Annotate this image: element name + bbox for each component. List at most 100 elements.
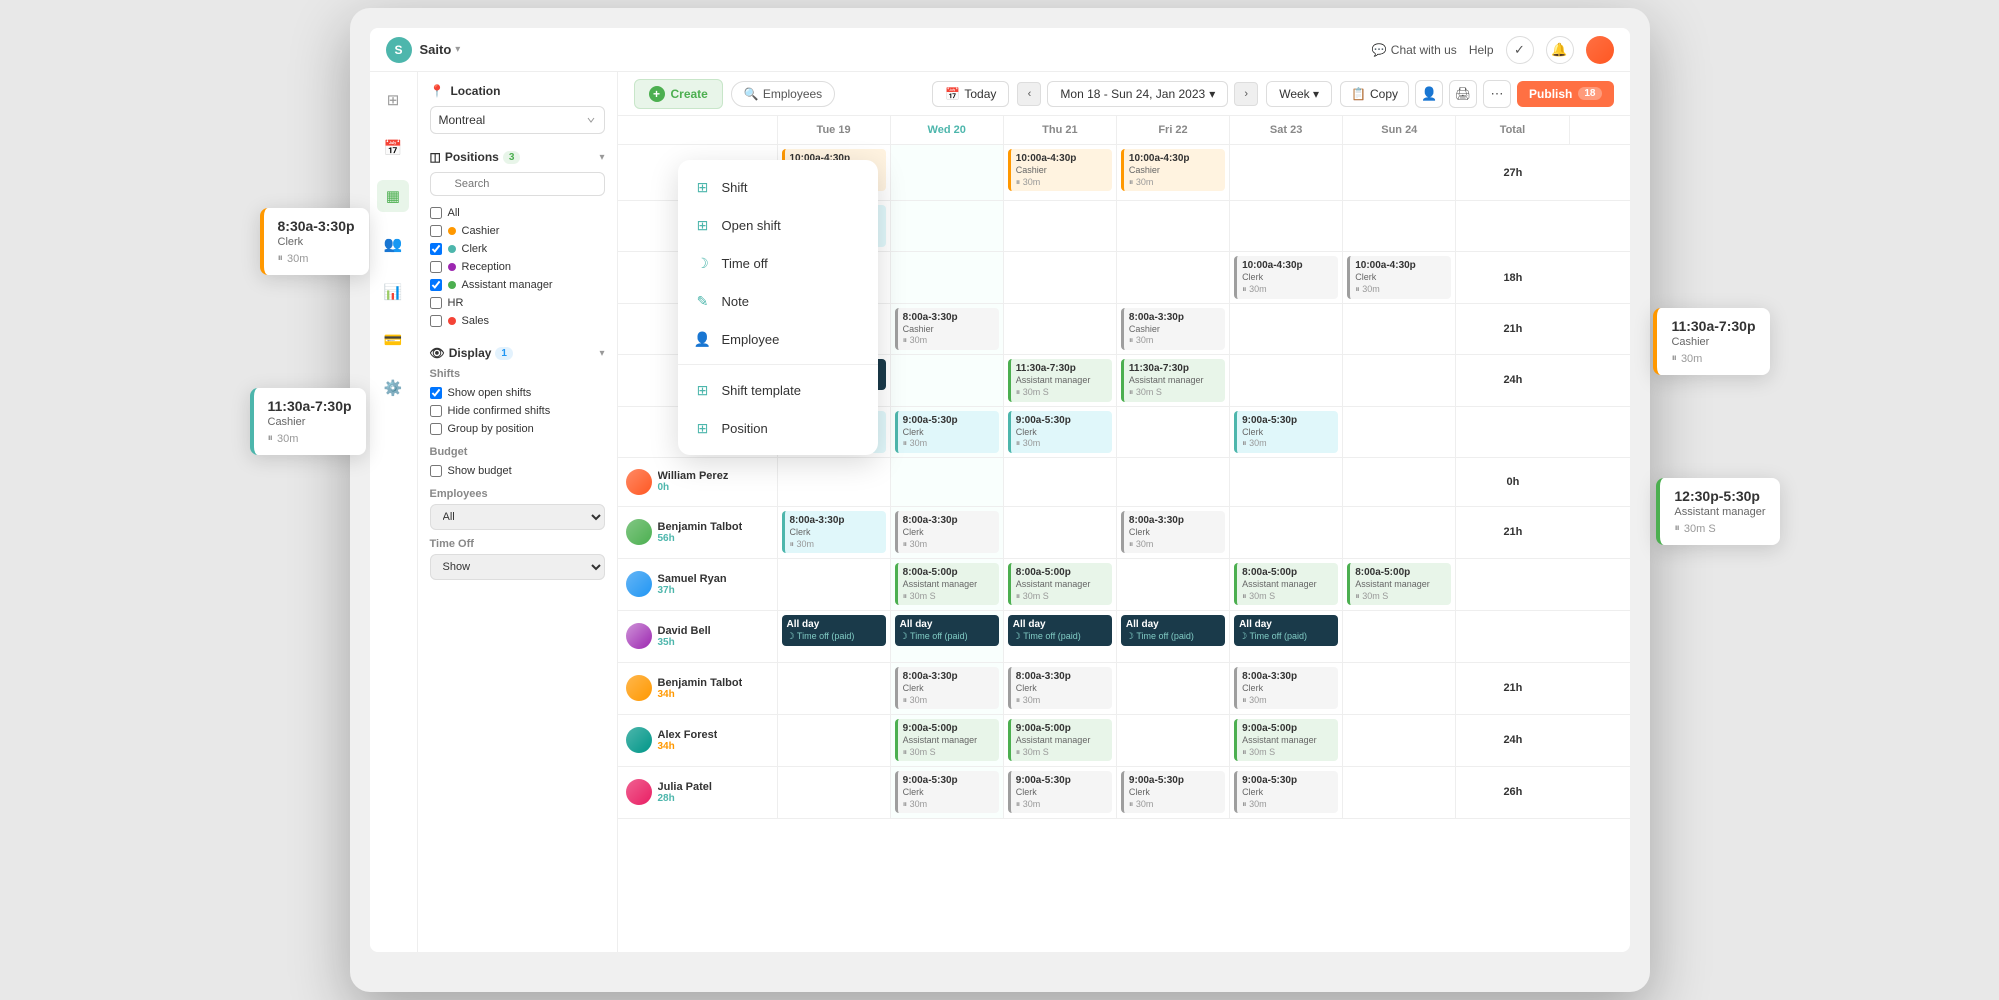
shift-card[interactable]: 8:00a-3:30p Clerk ⏸ 30m [1008,667,1112,709]
cal-cell[interactable] [778,767,891,818]
cal-cell[interactable]: 9:00a-5:30p Clerk ⏸ 30m [1117,767,1230,818]
dropdown-employee[interactable]: 👤 Employee [678,320,878,358]
cal-cell-thu[interactable]: 10:00a-4:30p Cashier ⏸ 30m [1004,145,1117,200]
shift-card[interactable]: 8:00a-3:30p Clerk ⏸ 30m [782,511,886,553]
cal-cell-wed[interactable] [891,145,1004,200]
today-button[interactable]: 📅 Today [932,81,1009,107]
user-icon-button[interactable]: 👤 [1415,80,1443,108]
copy-button[interactable]: 📋 Copy [1340,81,1409,107]
cal-cell[interactable] [1230,507,1343,558]
shift-card[interactable]: 8:00a-3:30p Clerk ⏸ 30m [1234,667,1338,709]
cal-cell-fri[interactable] [1117,201,1230,251]
position-cashier[interactable]: Cashier [430,222,605,240]
cal-cell-sat[interactable] [1230,145,1343,200]
hide-confirmed-checkbox[interactable] [430,405,442,417]
cal-cell[interactable] [1343,507,1456,558]
cal-cell-thu[interactable] [1004,252,1117,302]
shift-card[interactable]: 8:00a-5:00p Assistant manager ⏸ 30m S [1008,563,1112,605]
cal-cell-thu[interactable] [1004,201,1117,251]
cal-cell[interactable] [1004,458,1117,506]
cal-cell[interactable] [1343,767,1456,818]
shift-card[interactable]: 10:00a-4:30p Cashier ⏸ 30m [1008,149,1112,191]
position-all-checkbox[interactable] [430,207,442,219]
cal-cell[interactable] [778,715,891,766]
cal-cell[interactable]: 9:00a-5:30p Clerk ⏸ 30m [891,767,1004,818]
cal-cell[interactable]: 8:00a-3:30p Clerk ⏸ 30m [1230,663,1343,714]
cal-cell[interactable] [1343,611,1456,662]
shift-card[interactable]: 8:00a-3:30p Clerk ⏸ 30m [1121,511,1225,553]
display-collapse-icon[interactable]: ▾ [599,348,604,359]
shift-card[interactable]: 9:00a-5:00p Assistant manager ⏸ 30m S [895,719,999,761]
dropdown-position[interactable]: ⊞ Position [678,409,878,447]
cal-cell-sat[interactable] [1230,355,1343,405]
shift-card[interactable]: 9:00a-5:30p Clerk ⏸ 30m [895,411,999,453]
date-range-button[interactable]: Mon 18 - Sun 24, Jan 2023 ▾ [1047,81,1228,107]
cal-cell[interactable] [778,559,891,610]
dropdown-shift[interactable]: ⊞ Shift [678,168,878,206]
position-all[interactable]: All [430,204,605,222]
sidebar-calendar-icon[interactable]: 📅 [377,132,409,164]
position-reception[interactable]: Reception [430,258,605,276]
cal-cell[interactable] [1117,559,1230,610]
cal-cell-sun[interactable]: 10:00a-4:30p Clerk ⏸ 30m [1343,252,1456,302]
cal-cell-wed[interactable]: 9:00a-5:30p Clerk ⏸ 30m [891,407,1004,457]
shift-card[interactable]: 10:00a-4:30p Clerk ⏸ 30m [1347,256,1451,298]
cal-cell[interactable] [1117,715,1230,766]
cal-cell-wed[interactable] [891,252,1004,302]
position-am-checkbox[interactable] [430,279,442,291]
cal-cell[interactable] [1117,458,1230,506]
position-clerk-checkbox[interactable] [430,243,442,255]
cal-cell[interactable]: 9:00a-5:30p Clerk ⏸ 30m [1004,767,1117,818]
cal-cell-sun[interactable] [1343,201,1456,251]
cal-cell-sat[interactable] [1230,304,1343,354]
show-budget-checkbox[interactable] [430,465,442,477]
week-view-button[interactable]: Week ▾ [1266,81,1332,107]
position-search-input[interactable] [430,172,605,196]
cal-cell[interactable] [891,458,1004,506]
positions-collapse-icon[interactable]: ▾ [599,152,604,163]
cal-cell[interactable]: 9:00a-5:00p Assistant manager ⏸ 30m S [1004,715,1117,766]
cal-cell-fri[interactable] [1117,407,1230,457]
sidebar-chart-icon[interactable]: 📊 [377,276,409,308]
shift-card[interactable]: 9:00a-5:30p Clerk ⏸ 30m [1121,771,1225,813]
cal-cell[interactable]: 8:00a-3:30p Clerk ⏸ 30m [891,507,1004,558]
shift-card[interactable]: 8:00a-5:00p Assistant manager ⏸ 30m S [1234,563,1338,605]
sidebar-schedule-icon[interactable]: ▦ [377,180,409,212]
shift-card-timeoff[interactable]: All day ☽ Time off (paid) [1008,615,1112,646]
cal-cell[interactable] [778,663,891,714]
shift-card[interactable]: 8:00a-3:30p Cashier ⏸ 30m [895,308,999,350]
user-avatar[interactable] [1586,36,1614,64]
publish-button[interactable]: Publish 18 [1517,81,1613,107]
cal-cell-sun[interactable] [1343,145,1456,200]
cal-cell[interactable]: All day ☽ Time off (paid) [1230,611,1343,662]
sidebar-settings-icon[interactable]: ⚙️ [377,372,409,404]
shift-card[interactable]: 8:00a-5:00p Assistant manager ⏸ 30m S [1347,563,1451,605]
group-by-position-checkbox[interactable] [430,423,442,435]
cal-cell-sat[interactable]: 9:00a-5:30p Clerk ⏸ 30m [1230,407,1343,457]
position-reception-checkbox[interactable] [430,261,442,273]
print-icon-button[interactable]: 🖨 [1449,80,1477,108]
dropdown-shift-template[interactable]: ⊞ Shift template [678,371,878,409]
more-options-button[interactable]: ⋯ [1483,80,1511,108]
sidebar-users-icon[interactable]: 👥 [377,228,409,260]
shift-card-timeoff[interactable]: All day ☽ Time off (paid) [1121,615,1225,646]
show-open-shifts-checkbox[interactable] [430,387,442,399]
dropdown-time-off[interactable]: ☽ Time off [678,244,878,282]
shift-card[interactable]: 8:00a-5:00p Assistant manager ⏸ 30m S [895,563,999,605]
position-sales[interactable]: Sales [430,312,605,330]
checkmark-icon[interactable]: ✓ [1506,36,1534,64]
cal-cell-thu[interactable] [1004,304,1117,354]
cal-cell[interactable]: 8:00a-5:00p Assistant manager ⏸ 30m S [1004,559,1117,610]
position-assistant-manager[interactable]: Assistant manager [430,276,605,294]
shift-card[interactable]: 9:00a-5:00p Assistant manager ⏸ 30m S [1008,719,1112,761]
shift-card[interactable]: 9:00a-5:30p Clerk ⏸ 30m [895,771,999,813]
show-budget-item[interactable]: Show budget [430,462,605,480]
cal-cell-wed[interactable] [891,355,1004,405]
cal-cell[interactable]: 8:00a-3:30p Clerk ⏸ 30m [778,507,891,558]
shift-card[interactable]: 9:00a-5:30p Clerk ⏸ 30m [1008,771,1112,813]
cal-cell[interactable]: 9:00a-5:30p Clerk ⏸ 30m [1230,767,1343,818]
shift-card[interactable]: 9:00a-5:30p Clerk ⏸ 30m [1234,411,1338,453]
employees-filter-select[interactable]: All [430,504,605,530]
cal-cell-sat[interactable] [1230,201,1343,251]
time-off-select[interactable]: Show [430,554,605,580]
